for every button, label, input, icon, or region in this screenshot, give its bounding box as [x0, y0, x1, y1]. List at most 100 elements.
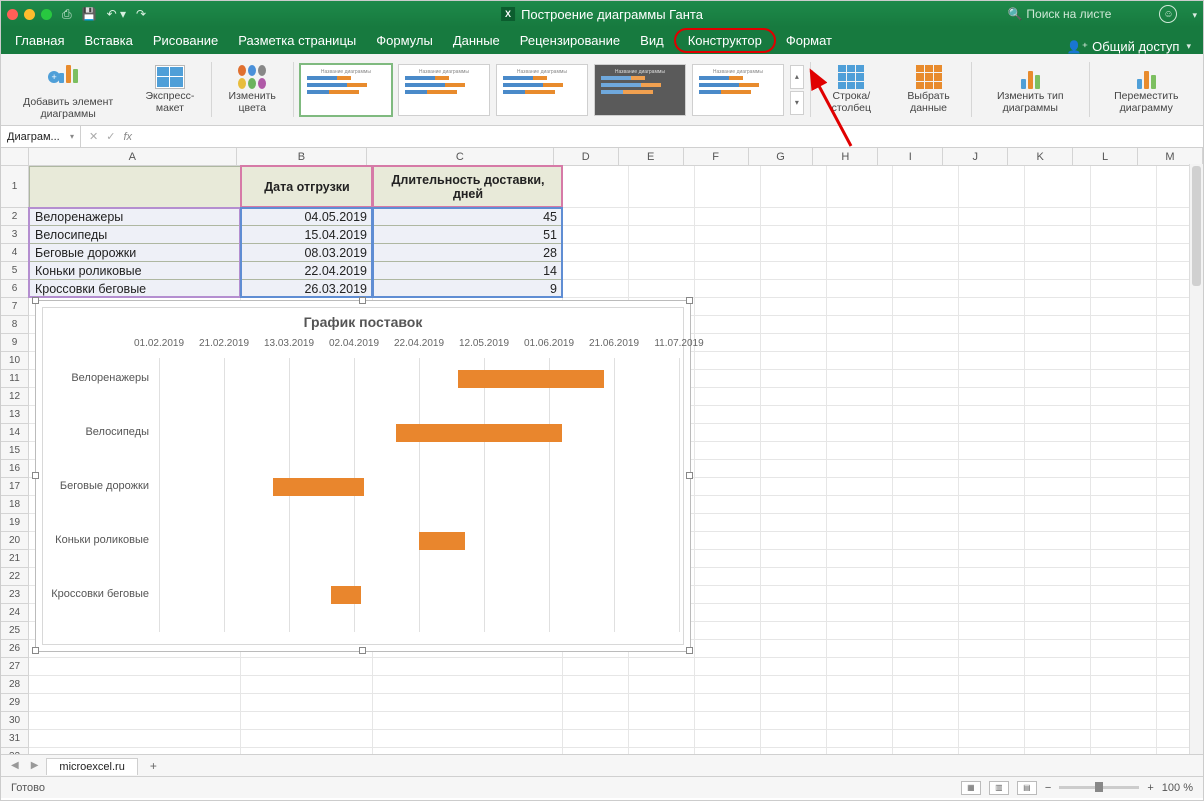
row-header[interactable]: 2: [1, 208, 29, 226]
fx-icon[interactable]: fx: [123, 131, 132, 143]
tab-data[interactable]: Данные: [443, 28, 510, 54]
cancel-formula-icon[interactable]: ✕: [89, 130, 98, 143]
tab-formulas[interactable]: Формулы: [366, 28, 443, 54]
cell[interactable]: Длительность доставки, дней: [373, 166, 563, 208]
cell[interactable]: 28: [373, 244, 563, 262]
chart-style-thumb[interactable]: Название диаграммы: [496, 64, 588, 116]
column-header[interactable]: C: [367, 148, 554, 166]
row-header[interactable]: 32: [1, 748, 29, 754]
column-header[interactable]: B: [237, 148, 367, 166]
column-header[interactable]: E: [619, 148, 684, 166]
row-header[interactable]: 29: [1, 694, 29, 712]
gallery-more-button[interactable]: ▾: [790, 91, 804, 115]
select-data-button[interactable]: Выбрать данные: [892, 54, 965, 125]
zoom-slider[interactable]: [1059, 786, 1139, 789]
row-header[interactable]: 25: [1, 622, 29, 640]
cell[interactable]: Коньки роликовые: [29, 262, 241, 280]
column-header[interactable]: H: [813, 148, 878, 166]
row-header[interactable]: 24: [1, 604, 29, 622]
tab-insert[interactable]: Вставка: [74, 28, 142, 54]
row-header[interactable]: 27: [1, 658, 29, 676]
change-chart-type-button[interactable]: Изменить тип диаграммы: [978, 54, 1083, 125]
gallery-up-button[interactable]: ▴: [790, 65, 804, 89]
chart-style-thumb[interactable]: Название диаграммы: [300, 64, 392, 116]
row-header[interactable]: 4: [1, 244, 29, 262]
cell[interactable]: Дата отгрузки: [241, 166, 373, 208]
row-header[interactable]: 31: [1, 730, 29, 748]
redo-icon[interactable]: ↷: [136, 7, 146, 21]
cell[interactable]: 04.05.2019: [241, 208, 373, 226]
tab-design[interactable]: Конструктор: [674, 28, 776, 53]
maximize-window-button[interactable]: [41, 9, 52, 20]
column-header[interactable]: J: [943, 148, 1008, 166]
chart-styles-gallery[interactable]: Название диаграммы Название диаграммы На…: [300, 64, 804, 116]
row-header[interactable]: 8: [1, 316, 29, 334]
cell[interactable]: 51: [373, 226, 563, 244]
row-header[interactable]: 18: [1, 496, 29, 514]
column-header[interactable]: K: [1008, 148, 1073, 166]
column-header[interactable]: D: [554, 148, 619, 166]
undo-icon[interactable]: ↶ ▾: [107, 7, 126, 21]
row-header[interactable]: 15: [1, 442, 29, 460]
cell[interactable]: 08.03.2019: [241, 244, 373, 262]
vertical-scrollbar[interactable]: [1189, 164, 1203, 754]
view-page-break-button[interactable]: ▤: [1017, 781, 1037, 795]
tab-format[interactable]: Формат: [776, 28, 842, 54]
row-header[interactable]: 5: [1, 262, 29, 280]
cell[interactable]: 15.04.2019: [241, 226, 373, 244]
search-box[interactable]: 🔍: [1007, 7, 1147, 21]
add-chart-element-button[interactable]: + Добавить элемент диаграммы: [7, 54, 129, 125]
row-header[interactable]: 17: [1, 478, 29, 496]
account-menu[interactable]: [1189, 7, 1197, 21]
view-page-layout-button[interactable]: ▥: [989, 781, 1009, 795]
cell[interactable]: Велосипеды: [29, 226, 241, 244]
switch-row-column-button[interactable]: Строка/столбец: [817, 54, 886, 125]
column-header[interactable]: A: [29, 148, 238, 166]
cell[interactable]: 26.03.2019: [241, 280, 373, 298]
view-normal-button[interactable]: ▦: [961, 781, 981, 795]
share-button[interactable]: 👤⁺ Общий доступ: [1067, 39, 1199, 54]
minimize-window-button[interactable]: [24, 9, 35, 20]
row-header[interactable]: 22: [1, 568, 29, 586]
row-header[interactable]: 3: [1, 226, 29, 244]
quick-layout-button[interactable]: Экспресс-макет: [135, 54, 204, 125]
row-header[interactable]: 19: [1, 514, 29, 532]
cell[interactable]: 22.04.2019: [241, 262, 373, 280]
row-header[interactable]: 14: [1, 424, 29, 442]
tab-review[interactable]: Рецензирование: [510, 28, 630, 54]
column-header[interactable]: G: [749, 148, 814, 166]
sheet-tab[interactable]: microexcel.ru: [46, 758, 137, 775]
cell[interactable]: 9: [373, 280, 563, 298]
name-box[interactable]: Диаграм...▾: [1, 126, 81, 147]
save-icon[interactable]: 💾: [82, 7, 97, 21]
confirm-formula-icon[interactable]: ✓: [106, 130, 115, 143]
row-header[interactable]: 10: [1, 352, 29, 370]
tab-home[interactable]: Главная: [5, 28, 74, 54]
row-header[interactable]: 16: [1, 460, 29, 478]
column-header[interactable]: L: [1073, 148, 1138, 166]
zoom-in-button[interactable]: +: [1147, 782, 1153, 794]
row-header[interactable]: 13: [1, 406, 29, 424]
feedback-icon[interactable]: ☺: [1159, 5, 1177, 23]
row-header[interactable]: 20: [1, 532, 29, 550]
chart-style-thumb[interactable]: Название диаграммы: [692, 64, 784, 116]
cell[interactable]: Кроссовки беговые: [29, 280, 241, 298]
row-header[interactable]: 9: [1, 334, 29, 352]
zoom-out-button[interactable]: −: [1045, 782, 1051, 794]
sheet-nav-prev[interactable]: ▶: [27, 760, 43, 771]
autosave-icon[interactable]: ⎙: [62, 7, 72, 22]
chart-style-thumb[interactable]: Название диаграммы: [398, 64, 490, 116]
row-header[interactable]: 6: [1, 280, 29, 298]
tab-layout[interactable]: Разметка страницы: [228, 28, 366, 54]
tab-draw[interactable]: Рисование: [143, 28, 228, 54]
cell[interactable]: Беговые дорожки: [29, 244, 241, 262]
cell[interactable]: 14: [373, 262, 563, 280]
row-header[interactable]: 7: [1, 298, 29, 316]
spreadsheet-grid[interactable]: ABCDEFGHIJKLM 12345678910111213141516171…: [1, 148, 1203, 754]
row-header[interactable]: 12: [1, 388, 29, 406]
cell[interactable]: 45: [373, 208, 563, 226]
chart-style-thumb[interactable]: Название диаграммы: [594, 64, 686, 116]
search-input[interactable]: [1026, 7, 1126, 21]
row-header[interactable]: 1: [1, 166, 29, 208]
row-header[interactable]: 30: [1, 712, 29, 730]
